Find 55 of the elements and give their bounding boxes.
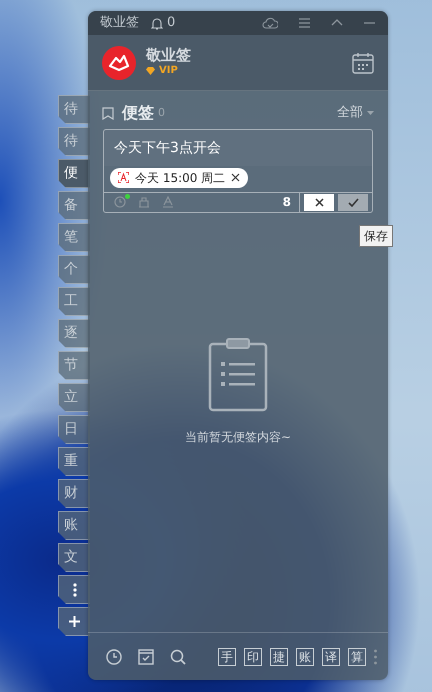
side-tab[interactable]: 待 [58,127,90,156]
clock-icon[interactable] [106,648,122,664]
side-tab[interactable]: 节 [58,351,90,380]
tool-button[interactable]: 译 [322,648,340,666]
side-tab[interactable]: 日 [58,415,90,444]
side-tab[interactable]: 工 [58,287,90,316]
user-name: 敬业签 [146,46,191,64]
reminder-time: 今天 15:00 周二 [135,170,226,186]
diamond-icon [146,66,155,75]
tool-button[interactable]: 手 [218,648,236,666]
side-tab[interactable]: 备 [58,191,90,220]
side-tab[interactable]: 文 [58,543,90,572]
add-tab[interactable] [58,607,90,636]
empty-message: 当前暂无便签内容~ [184,429,292,446]
close-icon[interactable] [231,173,240,182]
app-title: 敬业签 [100,14,139,32]
note-count: 0 [158,104,165,121]
bell-icon[interactable] [151,16,163,30]
side-tab[interactable]: 个 [58,255,90,284]
side-tab[interactable]: 笔 [58,223,90,252]
app-logo-icon [102,46,136,80]
section-title: 便签 [122,102,154,124]
side-tab[interactable]: 财 [58,479,90,508]
tool-button[interactable]: 算 [348,648,366,666]
calendar-icon[interactable] [352,52,374,74]
calendar-check-icon[interactable] [138,648,154,664]
side-tab[interactable]: 逐 [58,319,90,348]
close-icon [314,198,324,206]
check-icon [348,198,358,206]
reminder-count: 0 [167,14,176,32]
side-tab[interactable]: 便 [58,159,90,188]
side-tab[interactable]: 立 [58,383,90,412]
reminder-chip[interactable]: 今天 15:00 周二 [110,168,248,188]
filter-dropdown[interactable]: 全部 [337,103,374,123]
clipboard-icon [208,338,268,412]
tool-button[interactable]: 捷 [270,648,288,666]
menu-icon[interactable] [298,16,311,30]
save-button[interactable] [338,194,368,210]
more-tab[interactable] [58,575,90,604]
vip-label: VIP [159,64,178,78]
note-icon [102,106,114,120]
plus-icon [69,616,80,627]
tool-button[interactable]: 账 [296,648,314,666]
tool-button[interactable]: 印 [244,648,262,666]
cloud-icon[interactable] [262,16,278,30]
search-icon[interactable] [170,648,186,664]
side-tab[interactable]: 重 [58,447,90,476]
side-tab[interactable]: 账 [58,511,90,540]
cancel-button[interactable] [304,194,334,210]
more-icon [72,582,76,596]
caret-icon [367,111,374,115]
side-tab[interactable]: 待 [58,95,90,124]
tooltip: 保存 [359,225,393,247]
text-color-icon[interactable] [162,196,174,208]
char-count: 8 [282,194,291,211]
